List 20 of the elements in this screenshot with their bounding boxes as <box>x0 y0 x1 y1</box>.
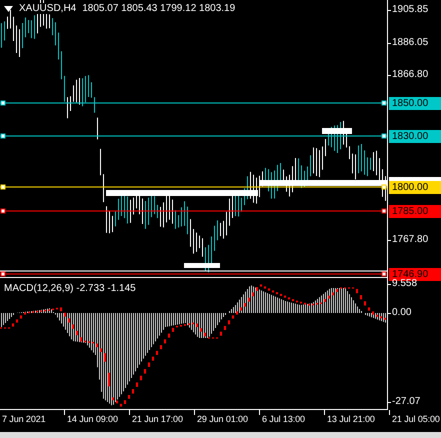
price-level-line[interactable] <box>0 270 387 276</box>
time-axis-label: 7 Jun 2021 <box>2 414 46 424</box>
price-level-line[interactable] <box>0 184 387 190</box>
price-level-line[interactable] <box>0 100 387 106</box>
symbol-label: XAUUSD,H4 <box>19 3 76 14</box>
price-level-line[interactable] <box>0 208 387 214</box>
indicator-label: MACD(12,26,9) -2.733 -1.145 <box>4 283 136 294</box>
price-readout: 1805.07 1805.43 1799.12 1803.19 <box>82 3 236 14</box>
time-axis-label: 14 Jun 09:00 <box>67 414 118 424</box>
price-level-line[interactable] <box>0 134 387 138</box>
time-axis-label: 29 Jun 01:00 <box>197 414 248 424</box>
dropdown-icon[interactable] <box>4 6 13 12</box>
price-level-tag: 1800.00 <box>389 181 441 194</box>
time-axis-label: 21 Jul 05:00 <box>392 414 440 424</box>
time-axis-label: 21 Jun 17:00 <box>132 414 183 424</box>
price-level-tag: 1785.00 <box>389 205 441 218</box>
price-level-tag: 1850.00 <box>389 97 441 110</box>
time-axis-label: 13 Jul 21:00 <box>327 414 375 424</box>
price-level-tag: 1830.00 <box>389 130 441 143</box>
time-axis-label: 6 Jul 13:00 <box>262 414 305 424</box>
